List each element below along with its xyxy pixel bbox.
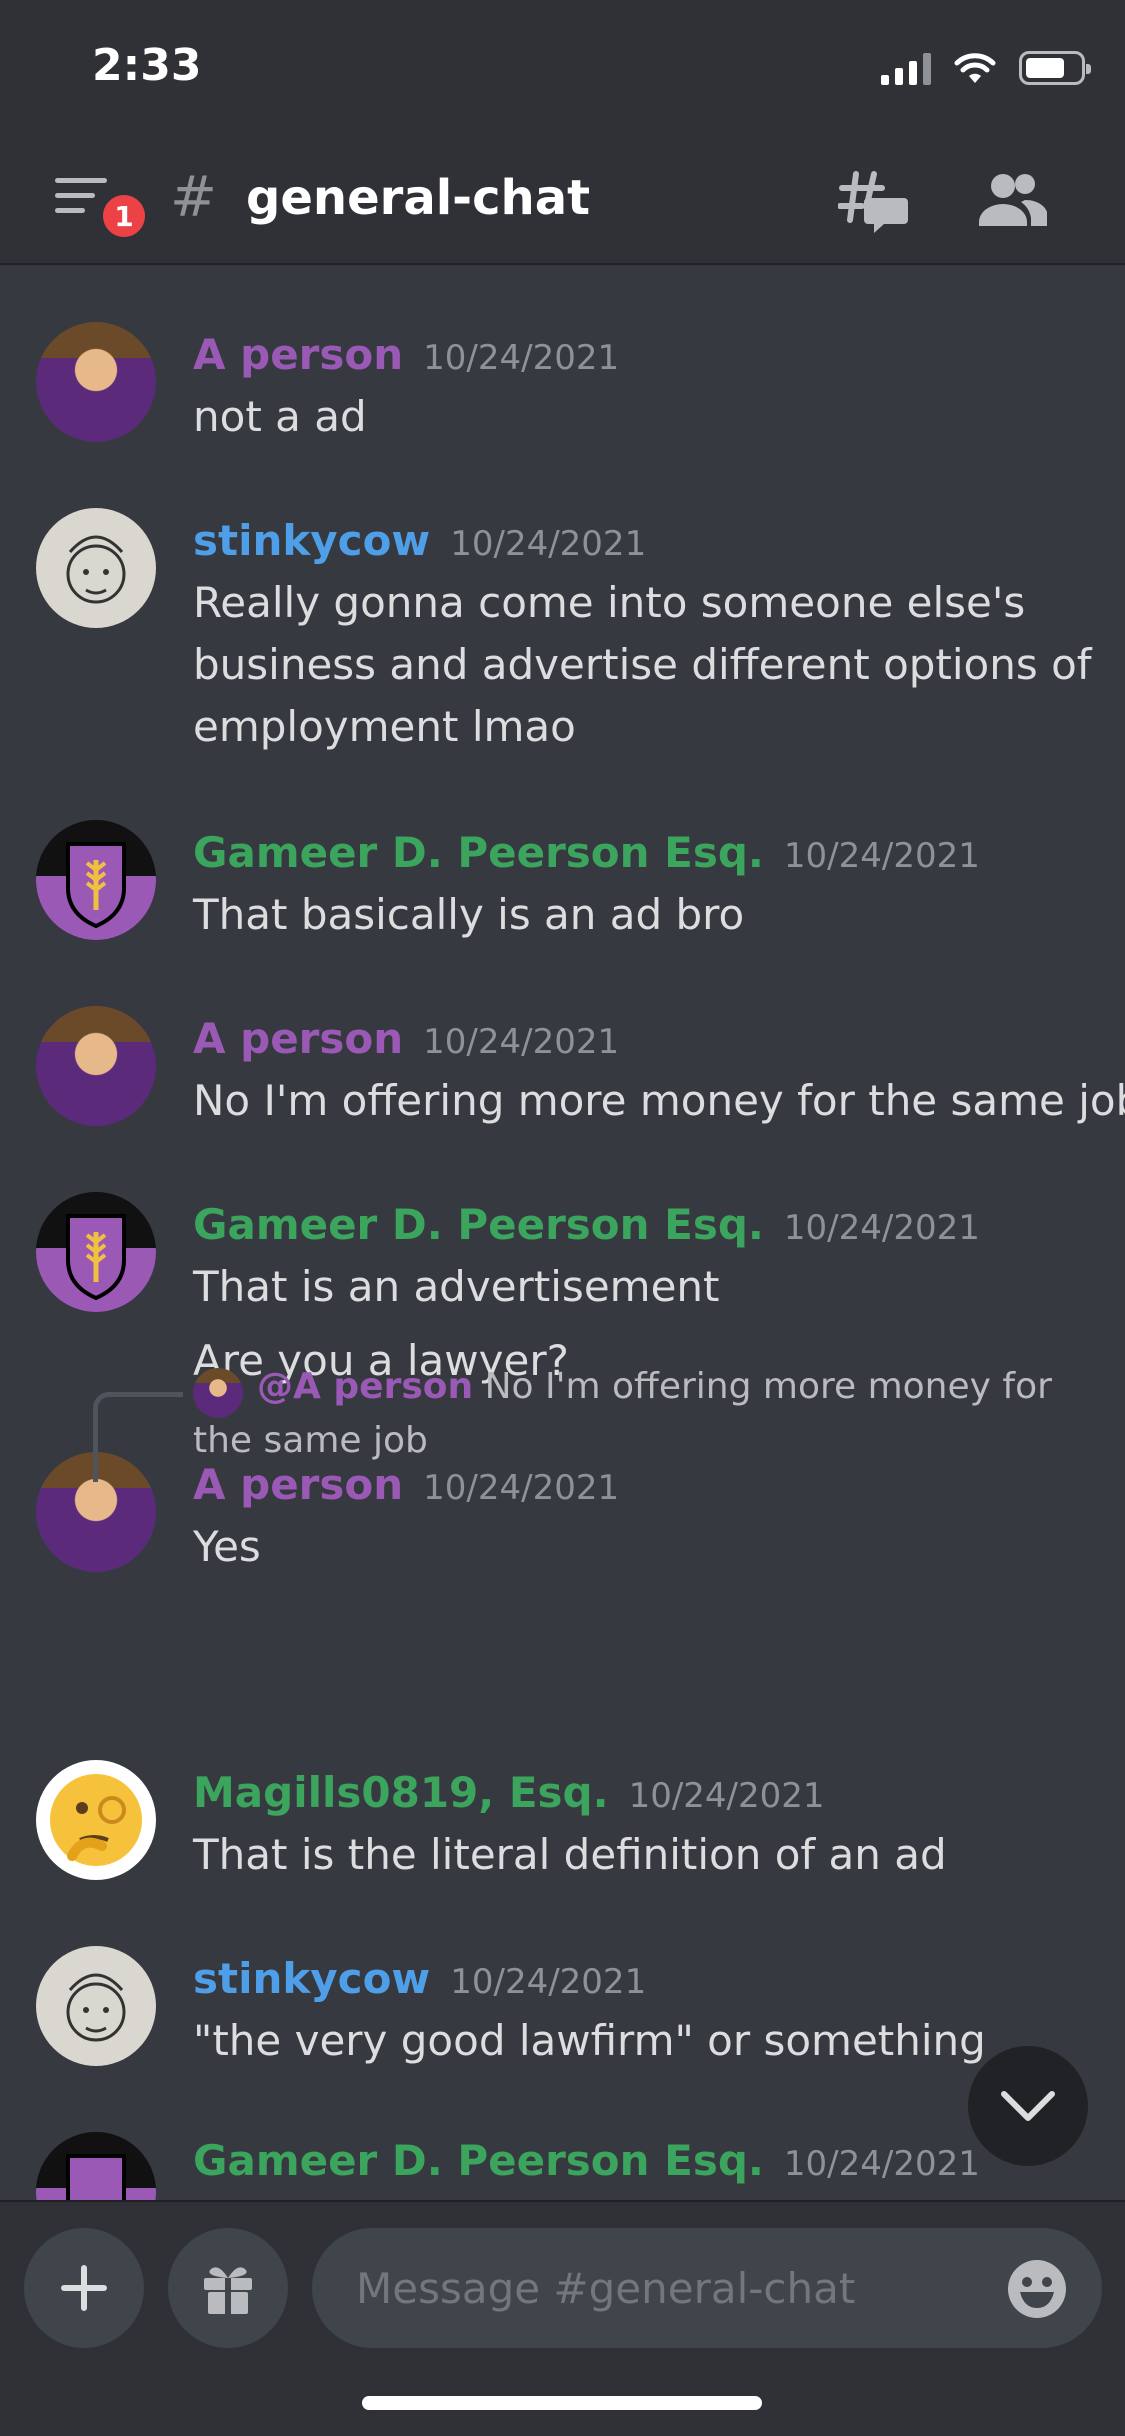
emoji-icon[interactable] [1006, 2258, 1068, 2320]
message-timestamp: 10/24/2021 [423, 1022, 620, 1062]
reply-preview[interactable]: @A person No I'm offering more money for… [193, 1360, 1093, 1468]
avatar[interactable] [36, 820, 156, 940]
gift-icon [204, 2267, 252, 2314]
top-bar: 2:33 1 # general-chat [0, 0, 1125, 265]
avatar[interactable] [36, 1006, 156, 1126]
message-author[interactable]: Gameer D. Peerson Esq. 10/24/2021 [193, 2136, 980, 2185]
cow-drawing-icon [66, 535, 126, 604]
author-name[interactable]: A person [193, 1014, 403, 1063]
message-author[interactable]: A person 10/24/2021 [193, 1014, 619, 1063]
avatar[interactable] [36, 1192, 156, 1312]
add-attachment-button[interactable] [24, 2228, 144, 2348]
author-name[interactable]: Gameer D. Peerson Esq. [193, 828, 764, 877]
message-input[interactable] [312, 2228, 1102, 2348]
channel-title[interactable]: general-chat [246, 170, 590, 226]
message-timestamp: 10/24/2021 [423, 1468, 620, 1508]
battery-icon [1019, 51, 1091, 85]
gift-button[interactable] [168, 2228, 288, 2348]
message-author[interactable]: stinkycow 10/24/2021 [193, 516, 646, 565]
threads-icon[interactable] [838, 170, 908, 234]
status-icons [881, 48, 1091, 88]
reply-avatar [193, 1368, 243, 1418]
author-name[interactable]: A person [193, 330, 403, 379]
author-name[interactable]: Gameer D. Peerson Esq. [193, 2136, 764, 2185]
shield-icon [36, 2132, 156, 2200]
message-text: That is an advertisement [193, 1262, 720, 1311]
wifi-icon [954, 53, 996, 83]
shield-icon [36, 820, 156, 940]
avatar[interactable] [36, 322, 156, 442]
message-partial: Gameer D. Peerson Esq. 10/24/2021 [0, 2130, 1125, 2200]
author-name[interactable]: Magills0819, Esq. [193, 1768, 609, 1817]
message-author[interactable]: A person 10/24/2021 [193, 330, 619, 379]
message-text: "the very good lawfirm" or something [193, 2016, 986, 2065]
avatar[interactable] [36, 2132, 156, 2200]
reply-connector [93, 1392, 183, 1482]
message-author[interactable]: Gameer D. Peerson Esq. 10/24/2021 [193, 828, 980, 877]
chevron-down-icon [1001, 2091, 1055, 2121]
notification-badge: 1 [98, 190, 150, 242]
home-indicator[interactable] [362, 2396, 762, 2410]
signal-icon [881, 51, 931, 85]
cow-drawing-icon [66, 1973, 126, 2042]
message-timestamp: 10/24/2021 [628, 1776, 825, 1816]
message-author[interactable]: Gameer D. Peerson Esq. 10/24/2021 [193, 1200, 980, 1249]
message-text: That basically is an ad bro [193, 890, 745, 939]
reply-mention[interactable]: @A person [257, 1366, 473, 1407]
message-timestamp: 10/24/2021 [423, 338, 620, 378]
message-text: not a ad [193, 392, 367, 441]
members-icon[interactable] [975, 172, 1047, 228]
message-list[interactable]: A person 10/24/2021 not a ad stinkycow 10/… [0, 268, 1125, 2203]
message-timestamp: 10/24/2021 [783, 2144, 980, 2184]
status-time: 2:33 [92, 40, 202, 91]
message-timestamp: 10/24/2021 [450, 524, 647, 564]
message-author[interactable]: stinkycow 10/24/2021 [193, 1954, 646, 2003]
avatar[interactable] [36, 1946, 156, 2066]
author-name[interactable]: stinkycow [193, 1954, 430, 2003]
message-text: No I'm offering more money for the same … [193, 1076, 1125, 1125]
shield-icon [36, 1192, 156, 1312]
channel-hash-icon: # [170, 165, 217, 230]
message-timestamp: 10/24/2021 [783, 1208, 980, 1248]
message-text: Yes [193, 1522, 261, 1571]
plus-icon [61, 2265, 107, 2311]
message-author[interactable]: Magills0819, Esq. 10/24/2021 [193, 1768, 825, 1817]
author-name[interactable]: stinkycow [193, 516, 430, 565]
message-text: Really gonna come into someone else's bu… [193, 578, 1092, 751]
message-timestamp: 10/24/2021 [783, 836, 980, 876]
thinking-face-icon [50, 1774, 142, 1866]
avatar[interactable] [36, 508, 156, 628]
jump-to-present-button[interactable] [968, 2046, 1088, 2166]
author-name[interactable]: Gameer D. Peerson Esq. [193, 1200, 764, 1249]
message-text: That is the literal definition of an ad [193, 1830, 947, 1879]
message-timestamp: 10/24/2021 [450, 1962, 647, 2002]
avatar[interactable] [36, 1760, 156, 1880]
